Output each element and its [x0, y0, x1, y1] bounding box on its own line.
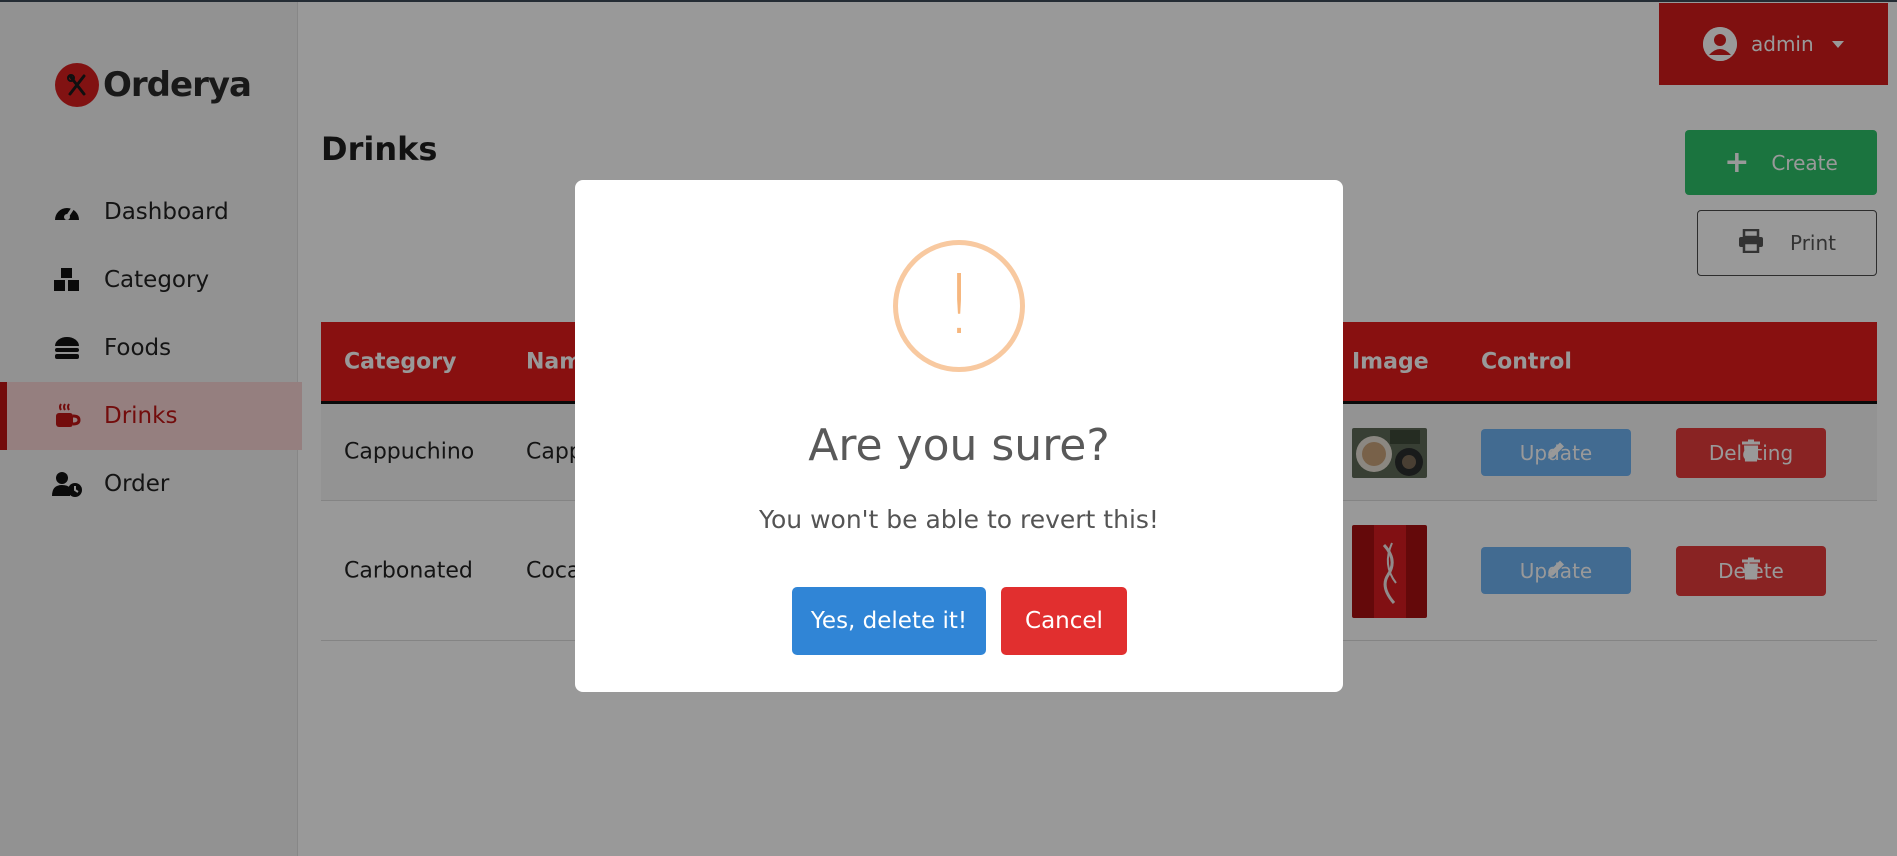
confirm-delete-button[interactable]: Yes, delete it! [792, 587, 986, 655]
confirm-dialog: ! Are you sure? You won't be able to rev… [575, 180, 1343, 692]
dialog-message: You won't be able to revert this! [759, 505, 1159, 534]
dialog-title: Are you sure? [808, 420, 1110, 471]
warning-icon: ! [893, 240, 1025, 372]
cancel-button[interactable]: Cancel [1001, 587, 1127, 655]
